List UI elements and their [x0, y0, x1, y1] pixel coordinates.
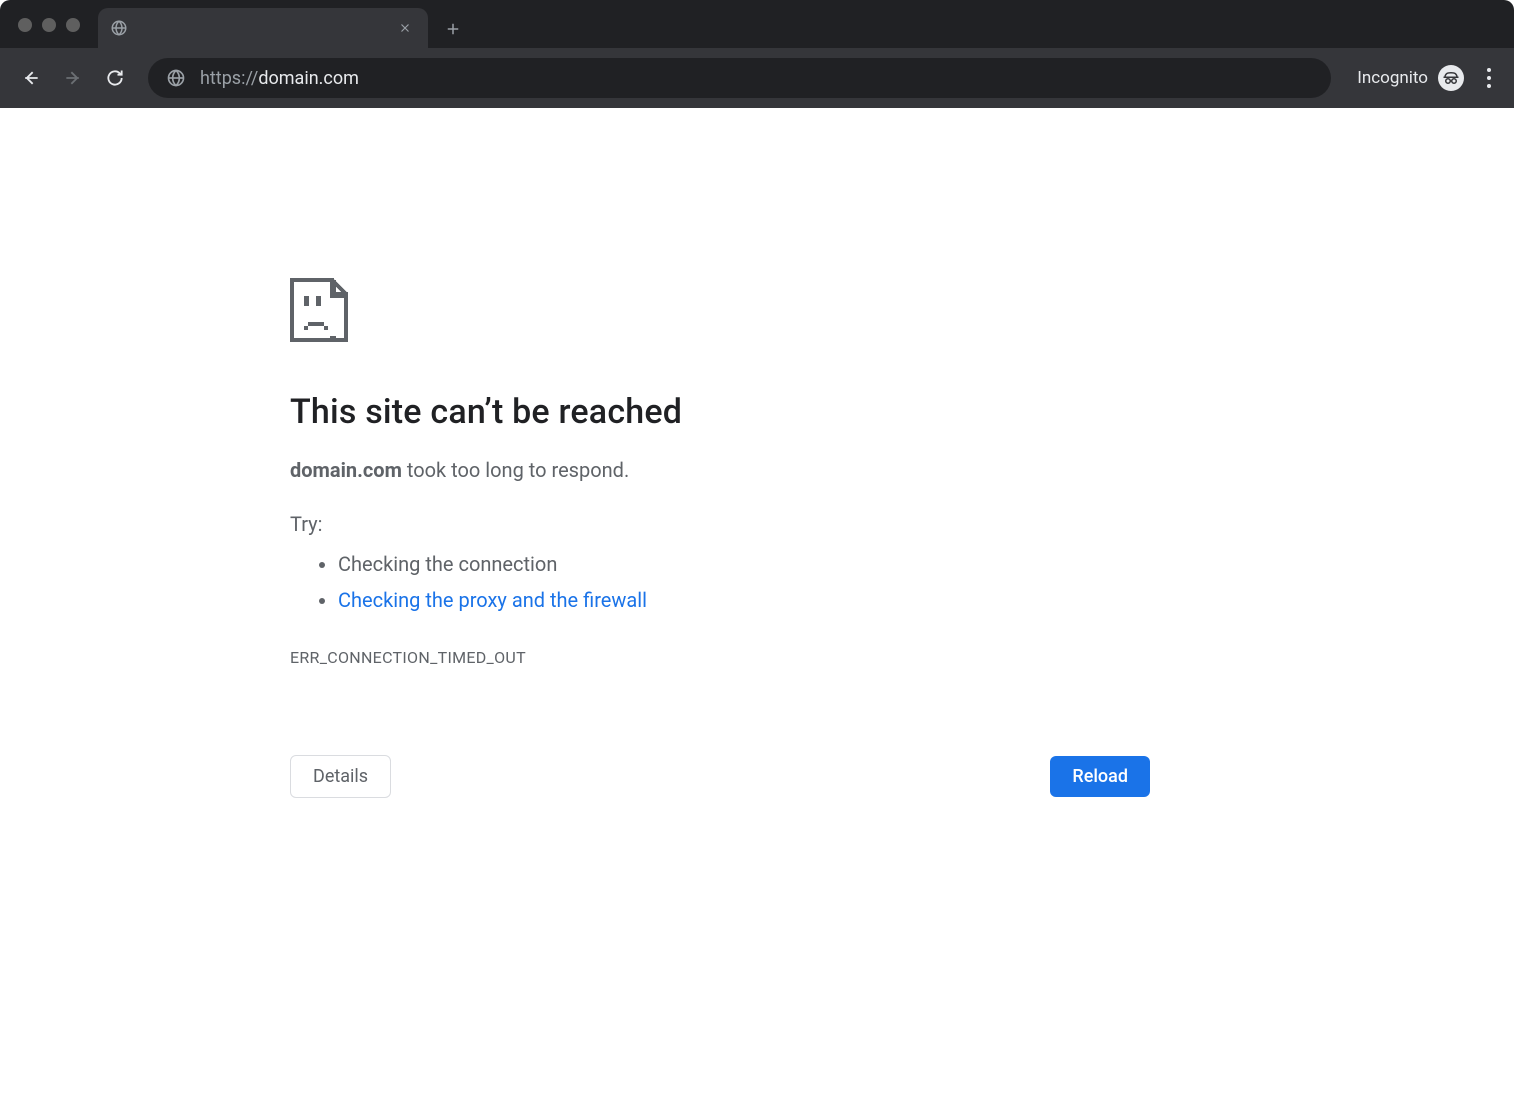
- window-controls: [18, 18, 80, 32]
- proxy-firewall-link[interactable]: Checking the proxy and the firewall: [338, 588, 647, 612]
- error-host: domain.com: [290, 458, 402, 482]
- window-minimize-button[interactable]: [42, 18, 56, 32]
- titlebar: [0, 0, 1514, 48]
- tab-close-button[interactable]: [394, 21, 416, 35]
- error-title: This site can’t be reached: [290, 392, 1150, 432]
- try-label: Try:: [290, 512, 1150, 536]
- site-info-icon[interactable]: [166, 68, 186, 88]
- error-container: This site can’t be reached domain.com to…: [290, 278, 1150, 798]
- address-bar[interactable]: https://domain.com: [148, 58, 1331, 98]
- forward-button[interactable]: [56, 61, 90, 95]
- toolbar: https://domain.com Incognito: [0, 48, 1514, 108]
- reload-page-button[interactable]: Reload: [1050, 756, 1150, 797]
- error-code: ERR_CONNECTION_TIMED_OUT: [290, 648, 1150, 667]
- window-maximize-button[interactable]: [66, 18, 80, 32]
- sad-page-icon: [290, 278, 1150, 342]
- globe-icon: [110, 19, 128, 37]
- reload-button[interactable]: [98, 61, 132, 95]
- url-host: domain.com: [258, 68, 359, 89]
- error-message: domain.com took too long to respond.: [290, 458, 1150, 482]
- suggestion-list: Checking the connection Checking the pro…: [290, 546, 1150, 618]
- page-content: This site can’t be reached domain.com to…: [0, 278, 1514, 798]
- browser-menu-button[interactable]: [1474, 63, 1504, 93]
- new-tab-button[interactable]: [436, 12, 470, 46]
- toolbar-right: Incognito: [1347, 63, 1504, 93]
- browser-tab[interactable]: [98, 8, 428, 48]
- button-row: Details Reload: [290, 755, 1150, 798]
- suggestion-check-connection: Checking the connection: [338, 546, 1150, 582]
- incognito-label: Incognito: [1357, 68, 1428, 88]
- url-scheme: https://: [200, 68, 258, 89]
- window-close-button[interactable]: [18, 18, 32, 32]
- url-text: https://domain.com: [200, 68, 359, 89]
- back-button[interactable]: [14, 61, 48, 95]
- incognito-icon[interactable]: [1438, 65, 1464, 91]
- error-message-suffix: took too long to respond.: [402, 458, 629, 482]
- suggestion-check-proxy: Checking the proxy and the firewall: [338, 582, 1150, 618]
- details-button[interactable]: Details: [290, 755, 391, 798]
